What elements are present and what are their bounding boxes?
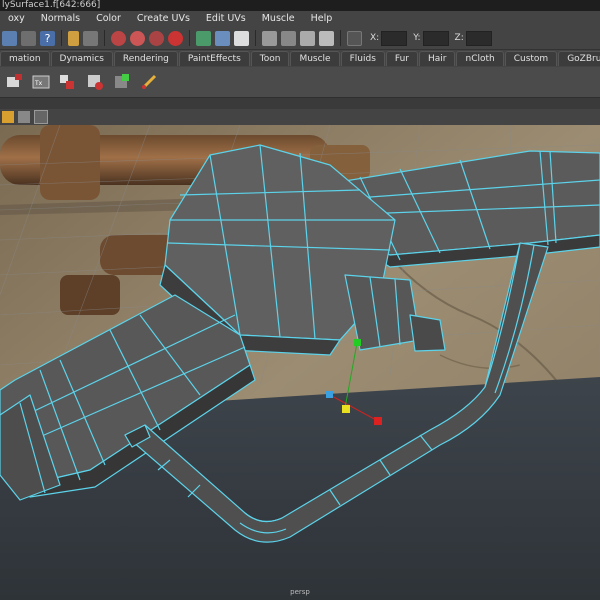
poly-tool-icon[interactable] xyxy=(4,72,24,92)
z-label: Z: xyxy=(454,33,464,43)
unfold-icon[interactable] xyxy=(85,72,105,92)
shelf: Tx xyxy=(0,67,600,98)
select-camera-icon[interactable] xyxy=(2,111,14,123)
main-menu-bar: oxy Normals Color Create UVs Edit UVs Mu… xyxy=(0,11,600,28)
help-icon[interactable]: ? xyxy=(40,30,55,46)
text-tool-icon[interactable]: Tx xyxy=(31,72,51,92)
svg-text:Tx: Tx xyxy=(34,80,43,87)
tab-ncloth[interactable]: nCloth xyxy=(456,51,504,66)
menu-item-color[interactable]: Color xyxy=(88,11,129,27)
render-settings-icon[interactable] xyxy=(281,30,296,46)
separator xyxy=(340,30,341,46)
tab-muscle[interactable]: Muscle xyxy=(290,51,340,66)
menu-item-create-uvs[interactable]: Create UVs xyxy=(129,11,198,27)
tab-hair[interactable]: Hair xyxy=(419,51,456,66)
menu-item-edit-uvs[interactable]: Edit UVs xyxy=(198,11,254,27)
snap-grid-icon[interactable] xyxy=(83,30,98,46)
tab-painteffects[interactable]: PaintEffects xyxy=(178,51,250,66)
tab-rendering[interactable]: Rendering xyxy=(113,51,178,66)
separator xyxy=(189,30,190,46)
lock-icon[interactable] xyxy=(68,30,79,46)
y-label: Y: xyxy=(413,33,421,43)
paint-weights-icon[interactable] xyxy=(58,72,78,92)
select-mode-icon[interactable] xyxy=(2,30,17,46)
z-field[interactable] xyxy=(465,30,492,46)
tab-toon[interactable]: Toon xyxy=(250,51,290,66)
window-title: lySurface1.f[642:666] xyxy=(2,0,101,10)
viewport-scene xyxy=(0,125,600,600)
viewport-persp[interactable]: persp xyxy=(0,125,600,600)
bookmarks-icon[interactable] xyxy=(34,110,48,124)
tab-gozbrush[interactable]: GoZBrush xyxy=(558,51,600,66)
menu-item-help[interactable]: Help xyxy=(303,11,341,27)
tab-fluids[interactable]: Fluids xyxy=(340,51,385,66)
window-title-bar: lySurface1.f[642:666] xyxy=(0,0,600,11)
lasso-icon[interactable] xyxy=(21,30,36,46)
separator xyxy=(255,30,256,46)
snap-point-icon[interactable] xyxy=(130,30,145,46)
brush-icon[interactable] xyxy=(139,72,159,92)
snap-surface-icon[interactable] xyxy=(149,30,164,46)
x-label: X: xyxy=(370,33,380,43)
tab-dynamics[interactable]: Dynamics xyxy=(50,51,113,66)
uv-snapshot-icon[interactable] xyxy=(112,72,132,92)
camera-attributes-icon[interactable] xyxy=(18,111,30,123)
history-icon[interactable] xyxy=(215,30,230,46)
render-icon[interactable] xyxy=(234,30,249,46)
panel-divider xyxy=(0,98,600,109)
y-field[interactable] xyxy=(422,30,449,46)
input-mode-icon[interactable] xyxy=(347,30,362,46)
camera-label: persp xyxy=(290,588,310,596)
shelf-tab-bar: mation Dynamics Rendering PaintEffects T… xyxy=(0,50,600,66)
tab-fur[interactable]: Fur xyxy=(385,51,418,66)
render-icon-3[interactable] xyxy=(319,30,334,46)
x-field[interactable] xyxy=(381,30,408,46)
separator xyxy=(61,30,62,46)
menu-item-proxy[interactable]: oxy xyxy=(0,11,33,27)
ipr-render-icon[interactable] xyxy=(262,30,277,46)
status-line: ? X: Y: Z: xyxy=(0,27,600,50)
snap-curve-icon[interactable] xyxy=(111,30,126,46)
menu-item-normals[interactable]: Normals xyxy=(33,11,88,27)
tab-animation[interactable]: mation xyxy=(0,51,50,66)
render-view-icon[interactable] xyxy=(196,30,211,46)
tab-custom[interactable]: Custom xyxy=(504,51,558,66)
separator xyxy=(104,30,105,46)
magnet-icon[interactable] xyxy=(168,30,183,46)
panel-toolbar xyxy=(0,109,600,125)
menu-item-muscle[interactable]: Muscle xyxy=(254,11,303,27)
render-icon-2[interactable] xyxy=(300,30,315,46)
